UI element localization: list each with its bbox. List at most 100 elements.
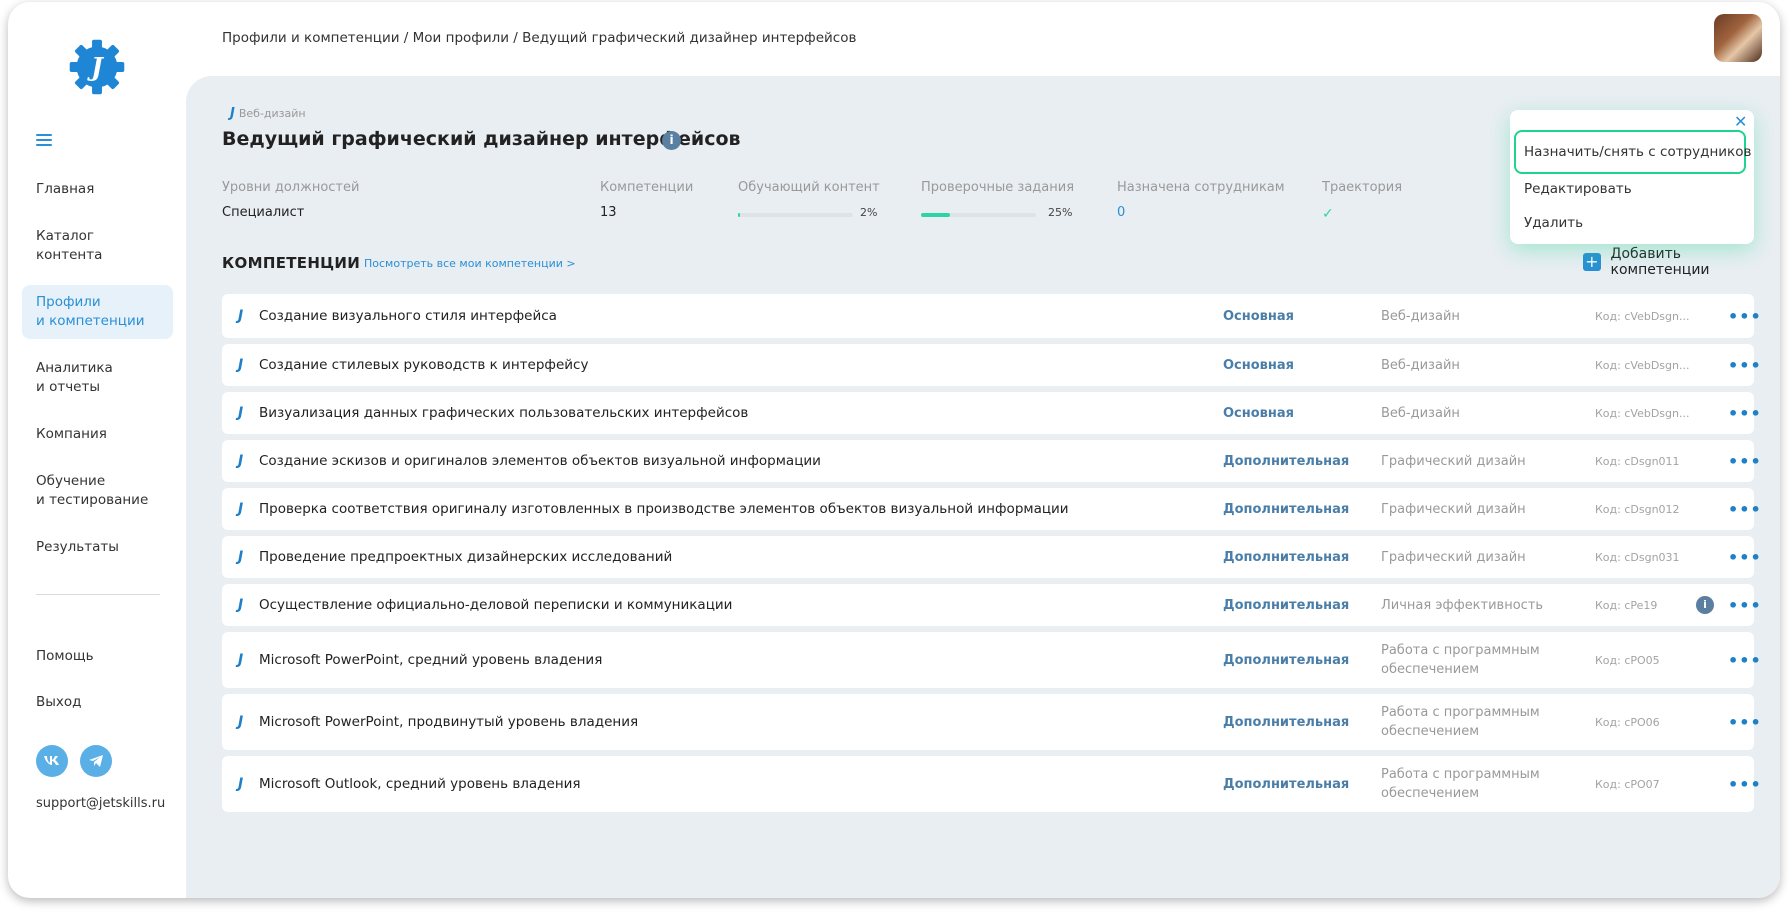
- competency-name[interactable]: Создание эскизов и оригиналов элементов …: [259, 453, 821, 469]
- profile-category: J Веб-дизайн: [230, 106, 306, 121]
- sidebar-item-home[interactable]: Главная: [22, 172, 173, 207]
- telegram-icon[interactable]: [80, 745, 112, 777]
- competency-code: Код: cPO06: [1595, 715, 1660, 729]
- help-link[interactable]: Помощь: [36, 648, 94, 664]
- user-avatar[interactable]: [1714, 14, 1762, 62]
- more-options-icon[interactable]: •••: [1728, 307, 1762, 326]
- close-icon[interactable]: ✕: [1734, 112, 1747, 131]
- competency-name[interactable]: Создание стилевых руководств к интерфейс…: [259, 357, 588, 373]
- learning-content-label: Обучающий контент: [738, 180, 880, 195]
- j-icon: J: [238, 405, 244, 421]
- competency-type: Дополнительная: [1223, 714, 1350, 730]
- view-all-competencies-link[interactable]: Посмотреть все мои компетенции >: [364, 257, 576, 270]
- vk-icon[interactable]: [36, 745, 68, 777]
- competency-name[interactable]: Визуализация данных графических пользова…: [259, 405, 748, 421]
- table-row[interactable]: J Microsoft Outlook, средний уровень вла…: [222, 756, 1761, 812]
- competency-name[interactable]: Осуществление официально-деловой перепис…: [259, 597, 732, 613]
- sidebar-item-profiles[interactable]: Профили и компетенции: [22, 285, 173, 339]
- competencies-count-label: Компетенции: [600, 180, 694, 195]
- social-links: [36, 745, 112, 777]
- j-icon: J: [238, 776, 244, 792]
- more-options-icon[interactable]: •••: [1728, 596, 1762, 615]
- competencies-table: J Создание визуального стиля интерфейса …: [222, 294, 1761, 818]
- sidebar: J Главная Каталог контента Профили и ком…: [8, 2, 186, 898]
- j-icon: J: [238, 308, 244, 324]
- table-row[interactable]: J Создание стилевых руководств к интерфе…: [222, 344, 1761, 386]
- competency-area: Личная эффективность: [1381, 597, 1544, 613]
- more-options-icon[interactable]: •••: [1728, 404, 1762, 423]
- info-icon[interactable]: i: [662, 131, 681, 150]
- tasks-progress-bar: [921, 213, 1036, 217]
- j-icon: J: [230, 106, 235, 121]
- sidebar-item-learning[interactable]: Обучение и тестирование: [22, 464, 173, 518]
- table-row[interactable]: J Microsoft PowerPoint, средний уровень …: [222, 632, 1761, 688]
- more-options-icon[interactable]: •••: [1728, 500, 1762, 519]
- more-options-icon[interactable]: •••: [1728, 775, 1762, 794]
- table-row[interactable]: J Осуществление официально-деловой переп…: [222, 584, 1761, 626]
- support-email-link[interactable]: support@jetskills.ru: [36, 796, 165, 811]
- assigned-value[interactable]: 0: [1117, 205, 1125, 220]
- competency-code: Код: cVebDsgn...: [1595, 406, 1690, 420]
- profile-actions-menu: ✕ Назначить/снять с сотрудников Редактир…: [1510, 110, 1754, 244]
- competency-name[interactable]: Microsoft Outlook, средний уровень владе…: [259, 776, 581, 792]
- competency-type: Дополнительная: [1223, 776, 1350, 792]
- competency-code: Код: cPe19: [1595, 598, 1658, 612]
- competency-area: Графический дизайн: [1381, 549, 1526, 565]
- menu-item-delete[interactable]: Удалить: [1524, 215, 1583, 231]
- more-options-icon[interactable]: •••: [1728, 651, 1762, 670]
- add-competencies-label: Добавить компетенции: [1610, 246, 1710, 278]
- competency-area: Работа с программным обеспечением: [1381, 705, 1540, 739]
- more-options-icon[interactable]: •••: [1728, 356, 1762, 375]
- levels-label: Уровни должностей: [222, 180, 360, 195]
- j-icon: J: [238, 357, 244, 373]
- competency-code: Код: cVebDsgn...: [1595, 309, 1690, 323]
- sidebar-item-catalog[interactable]: Каталог контента: [22, 219, 173, 273]
- add-competencies-button[interactable]: + Добавить компетенции: [1583, 246, 1780, 278]
- competency-code: Код: cDsgn031: [1595, 550, 1680, 564]
- breadcrumb[interactable]: Профили и компетенции / Мои профили / Ве…: [222, 30, 856, 46]
- competency-code: Код: cPO07: [1595, 777, 1660, 791]
- competency-name[interactable]: Проверка соответствия оригиналу изготовл…: [259, 501, 1069, 517]
- trajectory-label: Траектория: [1322, 180, 1403, 195]
- table-row[interactable]: J Создание эскизов и оригиналов элементо…: [222, 440, 1761, 482]
- j-icon: J: [238, 714, 244, 730]
- competency-area: Веб-дизайн: [1381, 405, 1460, 421]
- sidebar-item-company[interactable]: Компания: [22, 417, 173, 452]
- competencies-heading: КОМПЕТЕНЦИИ: [222, 254, 361, 272]
- competency-type: Дополнительная: [1223, 453, 1350, 469]
- sidebar-item-analytics[interactable]: Аналитика и отчеты: [22, 351, 173, 405]
- sidebar-nav: Главная Каталог контента Профили и компе…: [22, 172, 173, 577]
- more-options-icon[interactable]: •••: [1728, 548, 1762, 567]
- competency-area: Работа с программным обеспечением: [1381, 767, 1540, 801]
- jetskills-logo[interactable]: J: [66, 36, 128, 98]
- menu-item-edit[interactable]: Редактировать: [1524, 181, 1632, 197]
- competency-code: Код: cVebDsgn...: [1595, 358, 1690, 372]
- info-icon[interactable]: i: [1696, 596, 1714, 614]
- levels-value: Специалист: [222, 205, 305, 220]
- more-options-icon[interactable]: •••: [1728, 452, 1762, 471]
- table-row[interactable]: J Создание визуального стиля интерфейса …: [222, 294, 1761, 338]
- j-icon: J: [238, 597, 244, 613]
- competency-type: Основная: [1223, 308, 1294, 324]
- competency-code: Код: cDsgn011: [1595, 454, 1680, 468]
- hamburger-menu-icon[interactable]: [36, 134, 52, 149]
- table-row[interactable]: J Microsoft PowerPoint, продвинутый уров…: [222, 694, 1761, 750]
- table-row[interactable]: J Проверка соответствия оригиналу изгото…: [222, 488, 1761, 530]
- competency-name[interactable]: Microsoft PowerPoint, продвинутый уровен…: [259, 714, 638, 730]
- learning-progress-bar: [738, 213, 853, 217]
- table-row[interactable]: J Визуализация данных графических пользо…: [222, 392, 1761, 434]
- competency-type: Дополнительная: [1223, 501, 1350, 517]
- competency-type: Дополнительная: [1223, 652, 1350, 668]
- competency-area: Графический дизайн: [1381, 501, 1526, 517]
- competency-name[interactable]: Microsoft PowerPoint, средний уровень вл…: [259, 652, 602, 668]
- table-row[interactable]: J Проведение предпроектных дизайнерских …: [222, 536, 1761, 578]
- more-options-icon[interactable]: •••: [1728, 713, 1762, 732]
- j-icon: J: [238, 549, 244, 565]
- competency-name[interactable]: Проведение предпроектных дизайнерских ис…: [259, 549, 672, 565]
- competency-area: Веб-дизайн: [1381, 308, 1460, 324]
- logout-link[interactable]: Выход: [36, 694, 82, 710]
- sidebar-item-results[interactable]: Результаты: [22, 530, 173, 565]
- app-window: J Главная Каталог контента Профили и ком…: [8, 2, 1780, 898]
- competency-name[interactable]: Создание визуального стиля интерфейса: [259, 308, 557, 324]
- menu-item-assign[interactable]: Назначить/снять с сотрудников: [1524, 144, 1751, 160]
